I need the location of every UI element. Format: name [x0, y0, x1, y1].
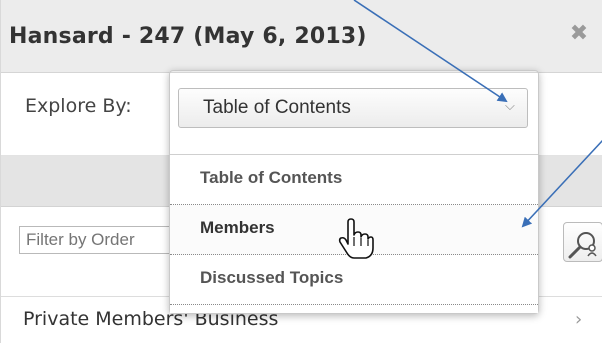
menu-item-discussed-topics[interactable]: Discussed Topics — [170, 255, 538, 305]
chevron-right-icon: › — [575, 309, 583, 330]
hand-pointer-icon — [338, 218, 374, 259]
menu-item-table-of-contents[interactable]: Table of Contents — [170, 155, 538, 205]
hansard-panel: Hansard - 247 (May 6, 2013) ✖ Explore By… — [0, 0, 602, 344]
search-person-icon — [568, 232, 597, 259]
search-members-button[interactable] — [563, 222, 602, 262]
filter-input[interactable] — [19, 226, 179, 254]
menu-item-label: Discussed Topics — [200, 268, 344, 287]
explore-by-label: Explore By: — [25, 95, 132, 117]
chevron-down-icon: ⌵ — [505, 99, 515, 114]
explore-by-select[interactable]: Table of Contents ⌵ — [178, 88, 528, 128]
menu-item-label: Table of Contents — [200, 168, 343, 187]
panel-title: Hansard - 247 (May 6, 2013) — [9, 24, 367, 49]
close-icon[interactable]: ✖ — [567, 22, 591, 46]
panel-header: Hansard - 247 (May 6, 2013) ✖ — [1, 0, 602, 73]
menu-item-label: Members — [200, 218, 275, 237]
select-value: Table of Contents — [203, 97, 351, 118]
